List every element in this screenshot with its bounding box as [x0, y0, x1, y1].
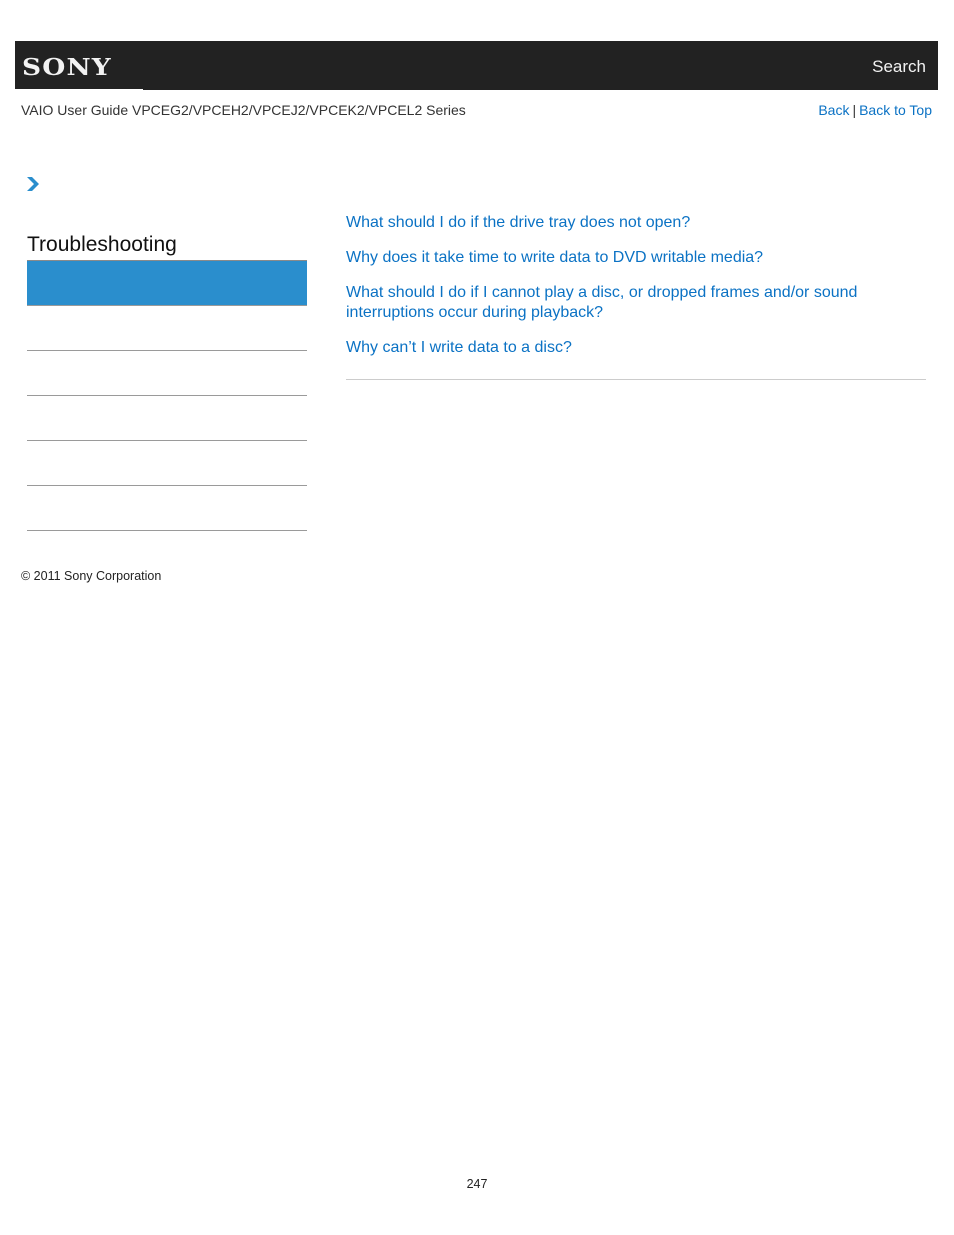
section-title: Troubleshooting [27, 233, 177, 256]
sidebar-item[interactable] [27, 351, 307, 396]
nav-links: Back | Back to Top [818, 102, 932, 118]
topic-link-drive-tray[interactable]: What should I do if the drive tray does … [346, 213, 926, 233]
sidebar-item[interactable] [27, 396, 307, 441]
logo-box: SONY [15, 41, 143, 90]
sony-logo: SONY [22, 54, 112, 81]
sidebar-item[interactable] [27, 306, 307, 351]
back-to-top-link[interactable]: Back to Top [859, 102, 932, 118]
back-link[interactable]: Back [818, 102, 849, 118]
copyright: © 2011 Sony Corporation [21, 569, 162, 583]
topic-link-cannot-write-disc[interactable]: Why can’t I write data to a disc? [346, 338, 926, 358]
sidebar-item[interactable] [27, 441, 307, 486]
sidebar-item[interactable] [27, 486, 307, 531]
topic-link-dvd-write-time[interactable]: Why does it take time to write data to D… [346, 248, 926, 268]
top-bar: SONY Search [15, 41, 938, 90]
topic-links: What should I do if the drive tray does … [346, 213, 926, 373]
sidebar-item-active[interactable] [27, 260, 307, 306]
guide-title: VAIO User Guide VPCEG2/VPCEH2/VPCEJ2/VPC… [21, 102, 466, 118]
sidebar-menu [27, 260, 307, 531]
page-number: 247 [466, 1177, 488, 1191]
nav-separator: | [852, 102, 857, 118]
search-button[interactable]: Search [872, 57, 926, 77]
content-divider [346, 379, 926, 380]
chevron-right-icon[interactable] [26, 176, 40, 192]
topic-link-disc-playback[interactable]: What should I do if I cannot play a disc… [346, 283, 926, 323]
